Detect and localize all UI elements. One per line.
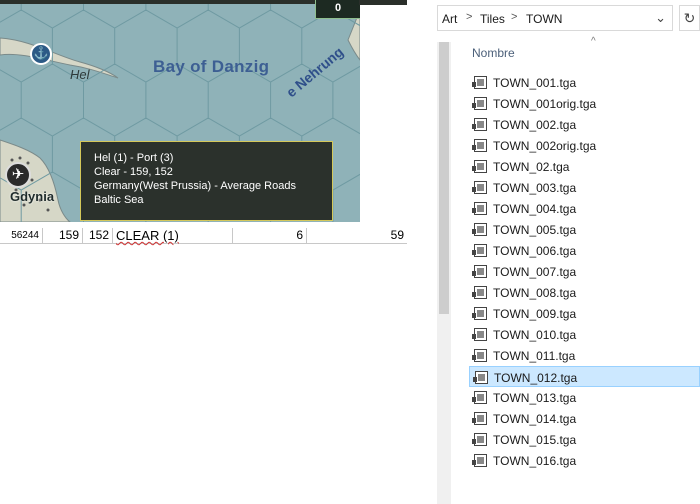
image-file-icon [472,223,487,236]
file-name: TOWN_006.tga [493,244,577,258]
tooltip-line-terrain: Clear - 159, 152 [94,166,173,178]
file-name: TOWN_001orig.tga [493,97,597,111]
file-item[interactable]: TOWN_010.tga [469,324,700,345]
image-file-icon [472,412,487,425]
cell-id: 56244 [0,228,43,243]
image-file-icon [472,349,487,362]
file-name: TOWN_004.tga [493,202,577,216]
gdynia-label: Gdynia [10,189,55,204]
file-explorer: Art > Tiles > TOWN ⌄ ↻ ^ Nombre TOWN_001… [437,0,700,504]
file-name: TOWN_007.tga [493,265,577,279]
file-item[interactable]: TOWN_001orig.tga [469,93,700,114]
image-file-icon [472,160,487,173]
image-file-icon [472,286,487,299]
address-bar[interactable]: Art > Tiles > TOWN ⌄ [437,5,673,31]
file-item[interactable]: TOWN_014.tga [469,408,700,429]
map-top-bar [0,0,315,4]
cell-val1: 6 [233,228,307,243]
file-name: TOWN_011.tga [493,349,576,363]
game-map[interactable]: 0 Bay of Danzig Hel Gdynia e Nehrung ⚓ ✈… [0,0,360,222]
file-name: TOWN_009.tga [493,307,577,321]
chevron-down-icon[interactable]: ⌄ [655,10,666,26]
file-item[interactable]: TOWN_002orig.tga [469,135,700,156]
file-name: TOWN_002orig.tga [493,139,597,153]
bay-label: Bay of Danzig [153,57,270,76]
breadcrumb-tiles[interactable]: Tiles [480,12,505,26]
port-anchor-icon[interactable]: ⚓ [30,43,52,65]
file-name: TOWN_02.tga [493,160,570,174]
file-name: TOWN_013.tga [493,391,577,405]
file-name: TOWN_015.tga [493,433,577,447]
image-file-icon [472,97,487,110]
image-file-icon [472,202,487,215]
tooltip-line-region: Germany(West Prussia) - Average Roads [94,180,296,192]
file-item[interactable]: TOWN_015.tga [469,429,700,450]
hex-info-tooltip: Hel (1) - Port (3) Clear - 159, 152 Germ… [80,141,333,221]
image-file-icon [472,76,487,89]
vertical-scrollbar[interactable] [437,42,451,504]
file-item[interactable]: TOWN_004.tga [469,198,700,219]
image-file-icon [472,391,487,404]
airfield-icon[interactable]: ✈ [5,162,31,188]
file-name: TOWN_014.tga [493,412,577,426]
file-name: TOWN_005.tga [493,223,577,237]
hel-label: Hel [70,67,90,82]
file-item[interactable]: TOWN_011.tga [469,345,700,366]
file-item[interactable]: TOWN_007.tga [469,261,700,282]
image-file-icon [472,181,487,194]
file-item[interactable]: TOWN_006.tga [469,240,700,261]
refresh-icon[interactable]: ↻ [679,5,700,31]
image-file-icon [472,265,487,278]
image-file-icon [472,244,487,257]
image-file-icon [472,328,487,341]
file-name: TOWN_008.tga [493,286,577,300]
hex-data-grid: 56244 159 152 CLEAR (1) 6 59 [0,222,407,252]
column-header-name[interactable]: Nombre [472,46,515,60]
file-name: TOWN_003.tga [493,181,577,195]
breadcrumb-art[interactable]: Art [442,12,457,26]
terrain-text: CLEAR (1) [116,228,179,243]
table-row[interactable]: 56244 159 152 CLEAR (1) 6 59 [0,228,407,244]
cell-y: 152 [83,228,113,243]
cell-val2: 59 [390,228,404,242]
tooltip-line-sea: Baltic Sea [94,194,144,206]
file-item[interactable]: TOWN_016.tga [469,450,700,471]
map-edge-bar [359,0,407,5]
image-file-icon [472,307,487,320]
file-item[interactable]: TOWN_005.tga [469,219,700,240]
tooltip-line-location: Hel (1) - Port (3) [94,152,174,164]
file-item[interactable]: TOWN_013.tga [469,387,700,408]
file-item[interactable]: TOWN_02.tga [469,156,700,177]
image-file-icon [473,371,488,384]
sort-ascending-icon: ^ [591,36,596,47]
breadcrumb-sep-icon[interactable]: > [511,11,517,23]
turn-counter: 0 [315,0,360,19]
image-file-icon [472,433,487,446]
file-item[interactable]: TOWN_001.tga [469,72,700,93]
file-name: TOWN_002.tga [493,118,577,132]
scrollbar-thumb[interactable] [439,42,449,314]
file-name: TOWN_016.tga [493,454,577,468]
file-item[interactable]: TOWN_003.tga [469,177,700,198]
cell-terrain: CLEAR (1) [113,228,233,243]
image-file-icon [472,454,487,467]
file-item[interactable]: TOWN_002.tga [469,114,700,135]
image-file-icon [472,118,487,131]
file-item[interactable]: TOWN_009.tga [469,303,700,324]
file-item[interactable]: TOWN_008.tga [469,282,700,303]
file-list: TOWN_001.tga TOWN_001orig.tga TOWN_002.tga… [469,72,700,471]
file-name: TOWN_012.tga [494,371,578,385]
breadcrumb-town[interactable]: TOWN [526,12,562,26]
breadcrumb-sep-icon[interactable]: > [466,11,472,23]
file-name: TOWN_010.tga [493,328,577,342]
file-name: TOWN_001.tga [493,76,577,90]
image-file-icon [472,139,487,152]
file-item[interactable]: TOWN_012.tga [469,366,700,387]
cell-x: 159 [43,228,83,243]
